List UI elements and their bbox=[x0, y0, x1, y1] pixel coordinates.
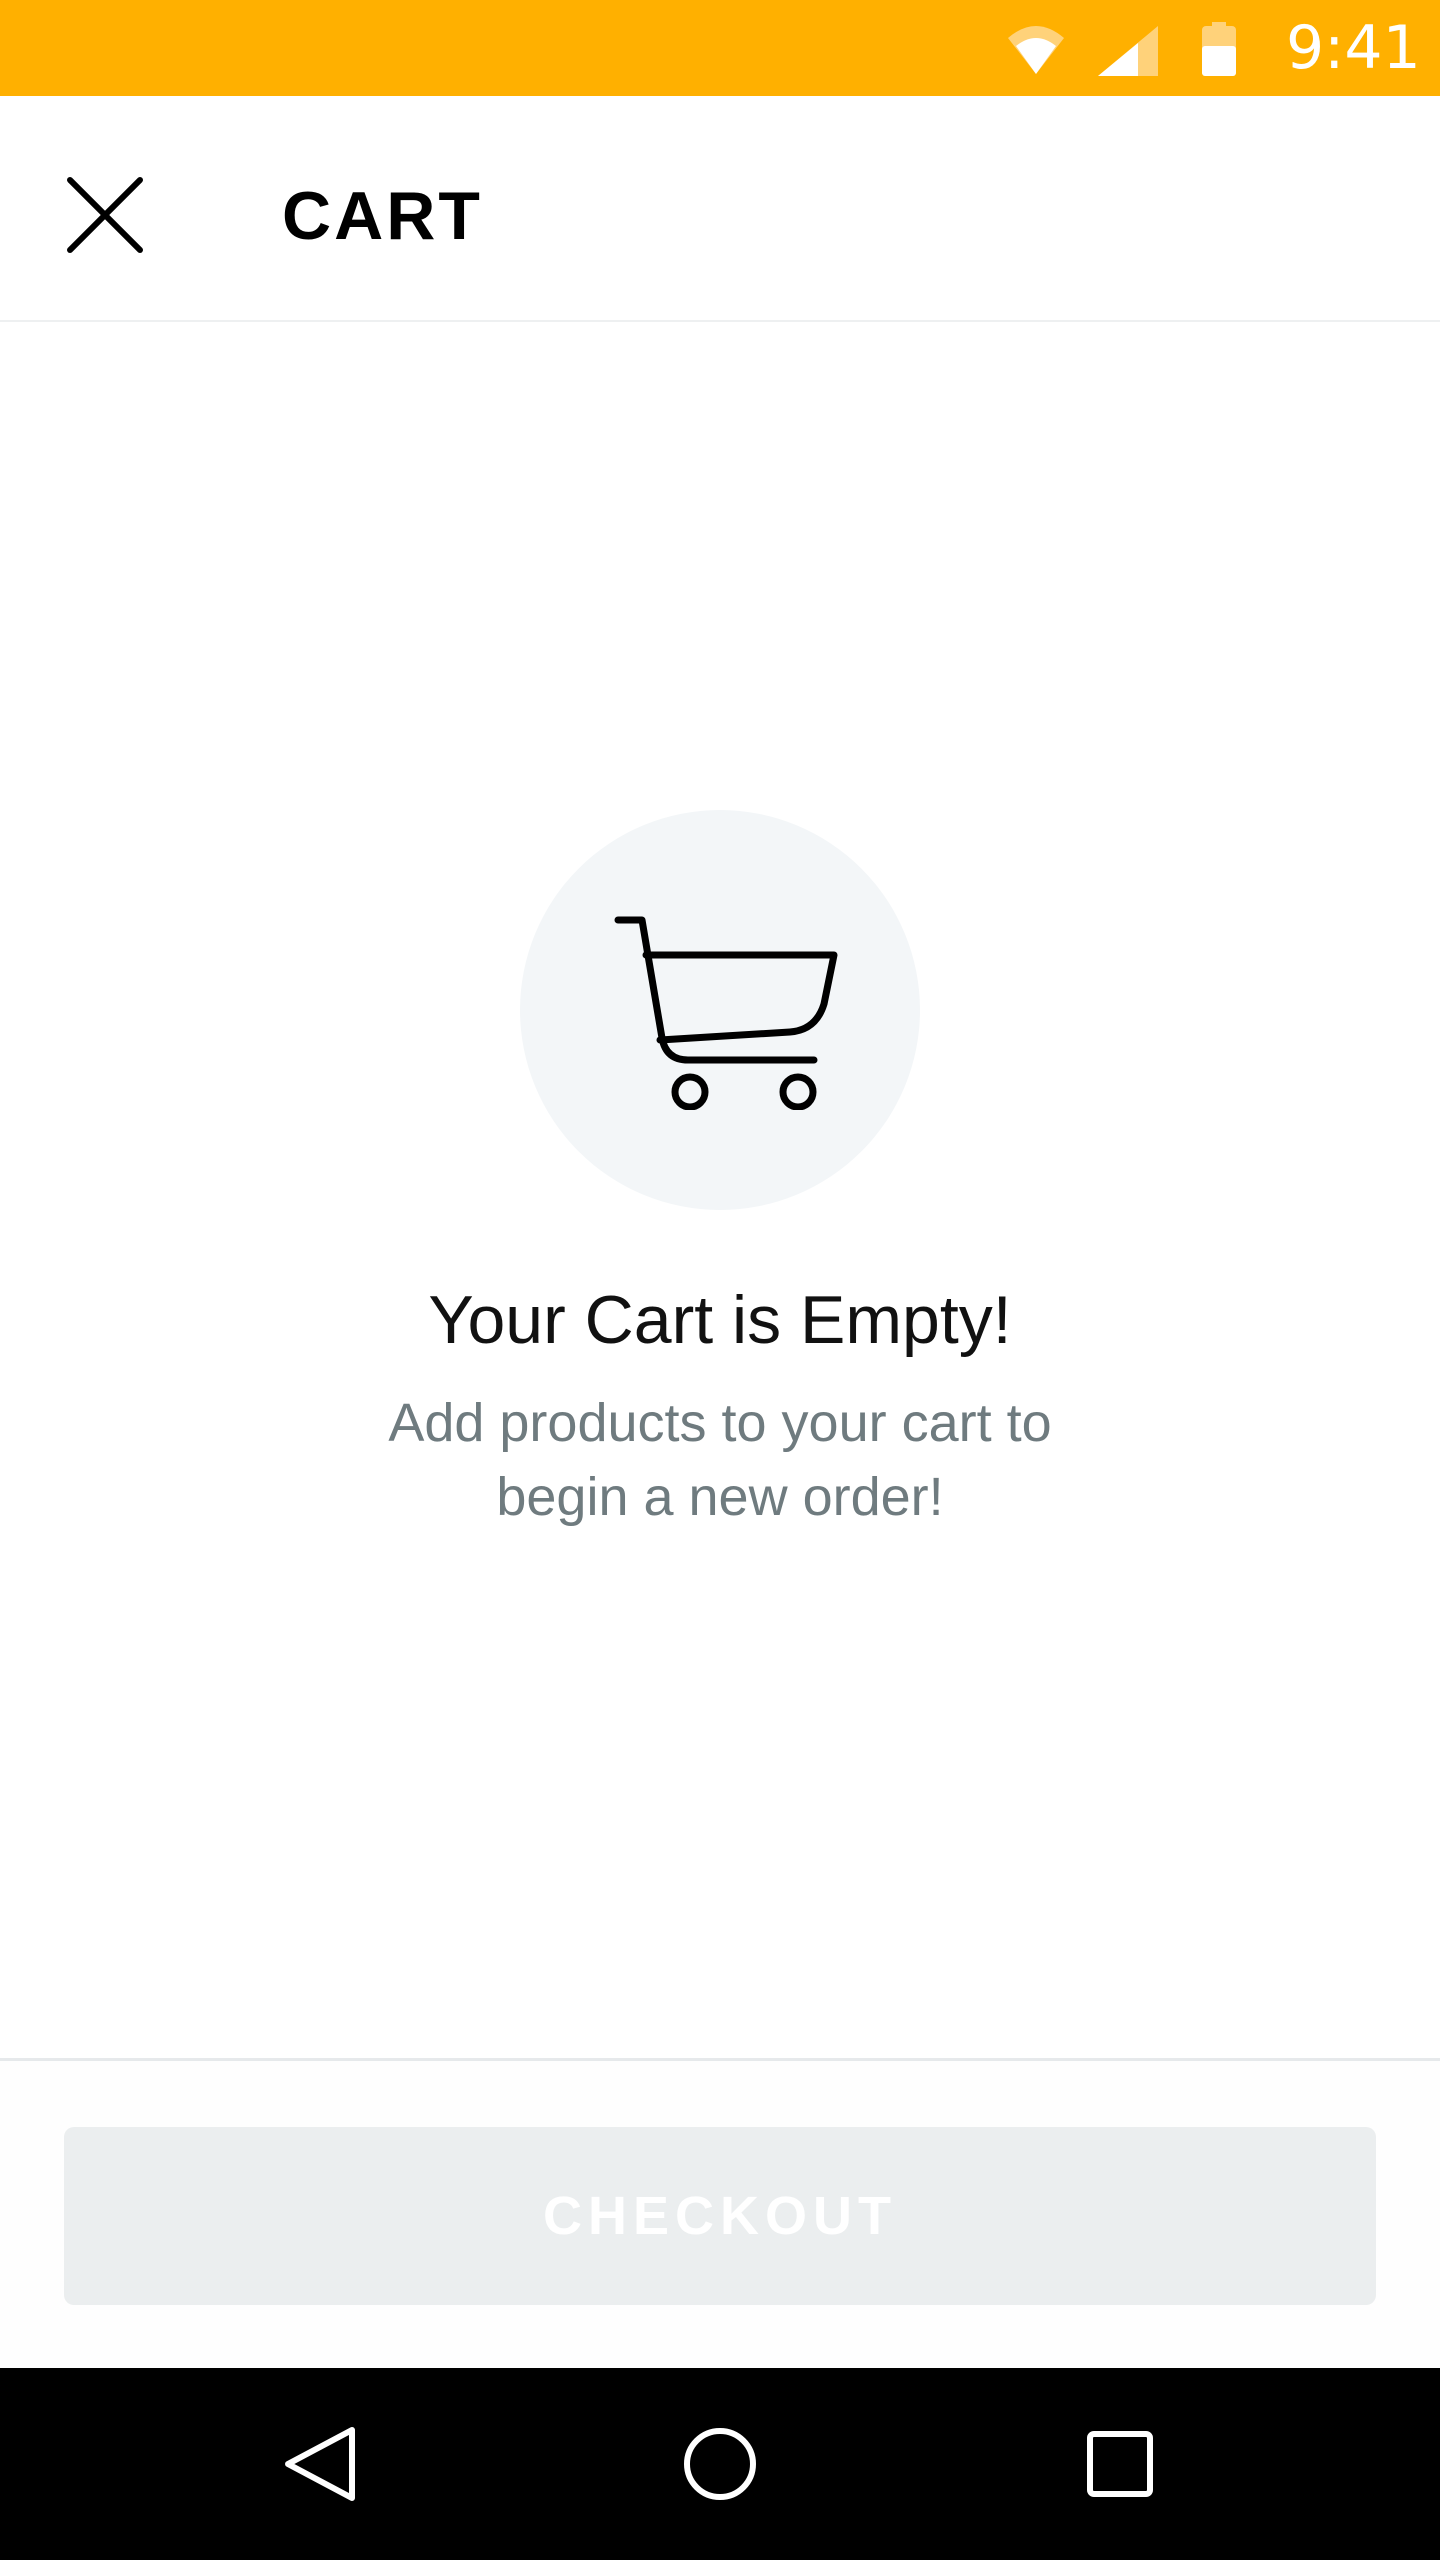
empty-cart-message: Add products to your cart to begin a new… bbox=[388, 1393, 1052, 1527]
status-bar: 9:41 bbox=[0, 0, 1440, 96]
app-bar: CART bbox=[0, 96, 1440, 322]
empty-cart-illustration bbox=[520, 810, 920, 1210]
shopping-cart-icon bbox=[614, 916, 838, 1110]
back-icon bbox=[285, 2427, 355, 2501]
checkout-button[interactable]: CHECKOUT bbox=[64, 2127, 1376, 2305]
home-icon bbox=[684, 2428, 756, 2500]
cellular-signal-icon bbox=[1098, 26, 1158, 76]
wifi-icon bbox=[1008, 26, 1064, 74]
system-nav-bar bbox=[0, 2368, 1440, 2560]
battery-icon bbox=[1202, 22, 1236, 76]
close-icon bbox=[67, 177, 143, 253]
close-button[interactable] bbox=[56, 166, 154, 264]
back-button[interactable] bbox=[268, 2414, 368, 2514]
empty-cart-title: Your Cart is Empty! bbox=[428, 1282, 1012, 1358]
status-time: 9:41 bbox=[1286, 13, 1421, 83]
recent-apps-button[interactable] bbox=[1070, 2414, 1170, 2514]
page-title: CART bbox=[282, 178, 483, 254]
checkout-bar: CHECKOUT bbox=[0, 2058, 1440, 2371]
recent-apps-icon bbox=[1087, 2431, 1153, 2497]
home-button[interactable] bbox=[670, 2414, 770, 2514]
